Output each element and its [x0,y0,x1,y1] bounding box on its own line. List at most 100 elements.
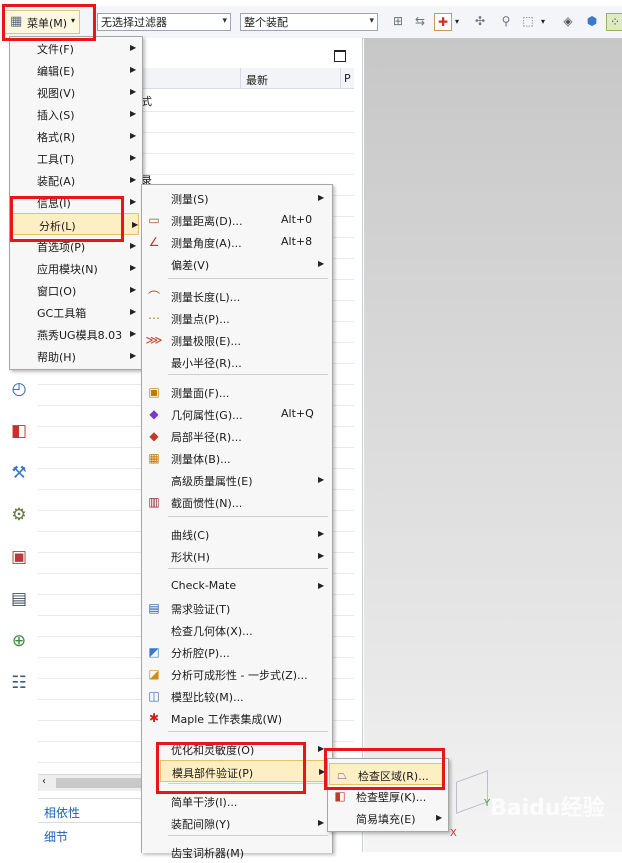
analysis-menu-item[interactable]: ⋯ 测量点(P)... [142,307,330,329]
analysis-menu-item-label: 需求验证(T) [171,603,231,616]
chevron-down-icon[interactable]: ▾ [538,13,548,29]
main-menu-item[interactable]: GC工具箱 ▶ [10,301,142,323]
submenu-arrow-icon: ▶ [436,813,443,822]
analysis-menu-item[interactable]: ▣ 测量面(F)... [142,381,330,403]
filter-icon[interactable]: ⚲ [498,13,514,29]
main-menu-item-label: 格式(R) [37,131,76,144]
annotation-box [10,196,124,242]
analysis-menu-item[interactable]: ▭ 测量距离(D)... Alt+0 [142,209,330,231]
analysis-menu-item-label: 高级质量属性(E) [171,475,253,488]
analysis-menu-item[interactable]: 高级质量属性(E) ▶ [142,469,330,491]
analysis-menu-item-label: 齿宝词析器(M) [171,847,245,860]
main-menu-item-label: 窗口(O) [37,285,77,298]
submenu-arrow-icon: ▶ [130,351,137,360]
arc-length-icon: ⌒ [147,289,160,304]
analysis-menu-item-label: 最小半径(R)... [171,357,242,370]
submenu-arrow-icon: ▶ [132,220,139,229]
analysis-menu-item[interactable]: ∠ 测量角度(A)... Alt+8 [142,231,330,253]
snap-mode-icon[interactable]: ⁘ [606,13,622,31]
graphics-window[interactable]: Y X Baidu经验 [364,38,622,852]
main-menu-item-label: GC工具箱 [37,307,87,320]
swap-icon[interactable]: ⇆ [412,13,428,29]
assembly-scope-dropdown[interactable]: 整个装配 ▾ [240,13,378,31]
main-menu-item[interactable]: 插入(S) ▶ [10,103,142,125]
analysis-menu-item[interactable]: ⌒ 测量长度(L)... [142,285,330,307]
submenu-arrow-icon: ▶ [318,475,325,484]
mold-menu-item[interactable]: 简易填充(E) ▶ [328,807,446,829]
process-icon[interactable]: ⊕ [8,630,30,652]
analysis-menu-item[interactable]: ▦ 测量体(B)... [142,447,330,469]
history-icon[interactable]: ▣ [8,546,30,568]
clock-icon[interactable]: ◴ [8,378,30,400]
snap-icon[interactable]: ⊞ [390,13,406,29]
analysis-menu-item[interactable]: ◆ 几何属性(G)... Alt+Q [142,403,330,425]
analysis-menu-item[interactable]: 检查几何体(X)... [142,619,330,641]
analysis-menu-item[interactable]: 曲线(C) ▶ [142,523,330,545]
analysis-menu-item[interactable]: ✱ Maple 工作表集成(W) [142,707,330,729]
analysis-menu-item[interactable]: ◪ 分析可成形性 - 一步式(Z)... [142,663,330,685]
limit-icon: ⋙ [145,333,163,347]
details-title: 细节 [44,830,69,844]
chevron-down-icon[interactable]: ▾ [452,13,462,29]
main-menu-item[interactable]: 视图(V) ▶ [10,81,142,103]
analysis-menu-item[interactable]: ▥ 截面惯性(N)... [142,491,330,513]
analysis-menu-item[interactable]: 偏差(V) ▶ [142,253,330,275]
main-menu-item-label: 编辑(E) [37,65,75,78]
assembly-tool-icon[interactable]: ⚒ [8,462,30,484]
move-icon[interactable]: ✣ [472,13,488,29]
analysis-menu-item[interactable]: 形状(H) ▶ [142,545,330,567]
analysis-menu-item[interactable]: ◫ 模型比较(M)... [142,685,330,707]
list-icon[interactable]: ☷ [8,672,30,694]
maple-icon: ✱ [148,711,160,725]
analysis-menu-item[interactable]: ▤ 需求验证(T) [142,597,330,619]
analysis-menu-item[interactable]: ◩ 分析腔(P)... [142,641,330,663]
column-p[interactable]: P [344,72,351,85]
main-menu-item[interactable]: 格式(R) ▶ [10,125,142,147]
shaded-view-icon[interactable]: ◈ [560,13,576,29]
menu-separator [168,568,328,569]
submenu-arrow-icon: ▶ [130,87,137,96]
analysis-menu-item-label: 测量角度(A)... [171,237,242,250]
analysis-menu-item[interactable]: ◆ 局部半径(R)... [142,425,330,447]
main-menu-item[interactable]: 帮助(H) ▶ [10,345,142,367]
formability-icon: ◪ [148,667,160,681]
point-snap-icon[interactable]: ✚ [434,13,452,31]
assembly-scope-value: 整个装配 [244,16,288,29]
maximize-icon[interactable] [334,50,346,62]
shortcut-label: Alt+8 [281,235,313,248]
analysis-menu-item-label: 截面惯性(N)... [171,497,243,510]
main-menu-item[interactable]: 窗口(O) ▶ [10,279,142,301]
analysis-menu-item[interactable]: 最小半径(R)... [142,351,330,373]
angle-icon: ∠ [148,235,160,249]
cube-icon[interactable]: ⬢ [584,13,600,29]
submenu-arrow-icon: ▶ [130,329,137,338]
analysis-menu-item-label: 分析可成形性 - 一步式(Z)... [171,669,308,682]
main-menu-item-label: 帮助(H) [37,351,76,364]
web-browser-icon[interactable]: ▤ [8,588,30,610]
analysis-menu-item-label: 测量点(P)... [171,313,230,326]
menu-separator [168,516,328,517]
analysis-menu-item[interactable]: ⋙ 测量极限(E)... [142,329,330,351]
scroll-left-icon[interactable]: ‹ [42,776,46,787]
role-icon[interactable]: ⚙ [8,504,30,526]
main-menu-item[interactable]: 工具(T) ▶ [10,147,142,169]
analysis-menu-item[interactable]: 装配间隙(Y) ▶ [142,812,330,834]
selection-filter-dropdown[interactable]: 无选择过滤器 ▾ [97,13,231,31]
submenu-arrow-icon: ▶ [130,241,137,250]
analysis-menu-item-label: 测量面(F)... [171,387,230,400]
main-menu-item[interactable]: 装配(A) ▶ [10,169,142,191]
box-select-icon[interactable]: ⬚ [520,13,536,29]
main-menu-item[interactable]: 应用模块(N) ▶ [10,257,142,279]
column-latest[interactable]: 最新 [246,72,268,88]
main-menu-item[interactable]: 编辑(E) ▶ [10,59,142,81]
analysis-menu-item[interactable]: 测量(S) ▶ [142,187,330,209]
analysis-menu-item-label: 偏差(V) [171,259,210,272]
submenu-arrow-icon: ▶ [130,43,137,52]
analysis-menu-item[interactable]: Check-Mate ▶ [142,575,330,597]
main-menu-item[interactable]: 燕秀UG模具8.03 ▶ [10,323,142,345]
analysis-menu-item[interactable]: 齿宝词析器(M) [142,841,330,863]
submenu-arrow-icon: ▶ [130,197,137,206]
main-menu-item-label: 燕秀UG模具8.03 [37,329,123,342]
color-palette-icon[interactable]: ◧ [8,420,30,442]
submenu-arrow-icon: ▶ [130,153,137,162]
